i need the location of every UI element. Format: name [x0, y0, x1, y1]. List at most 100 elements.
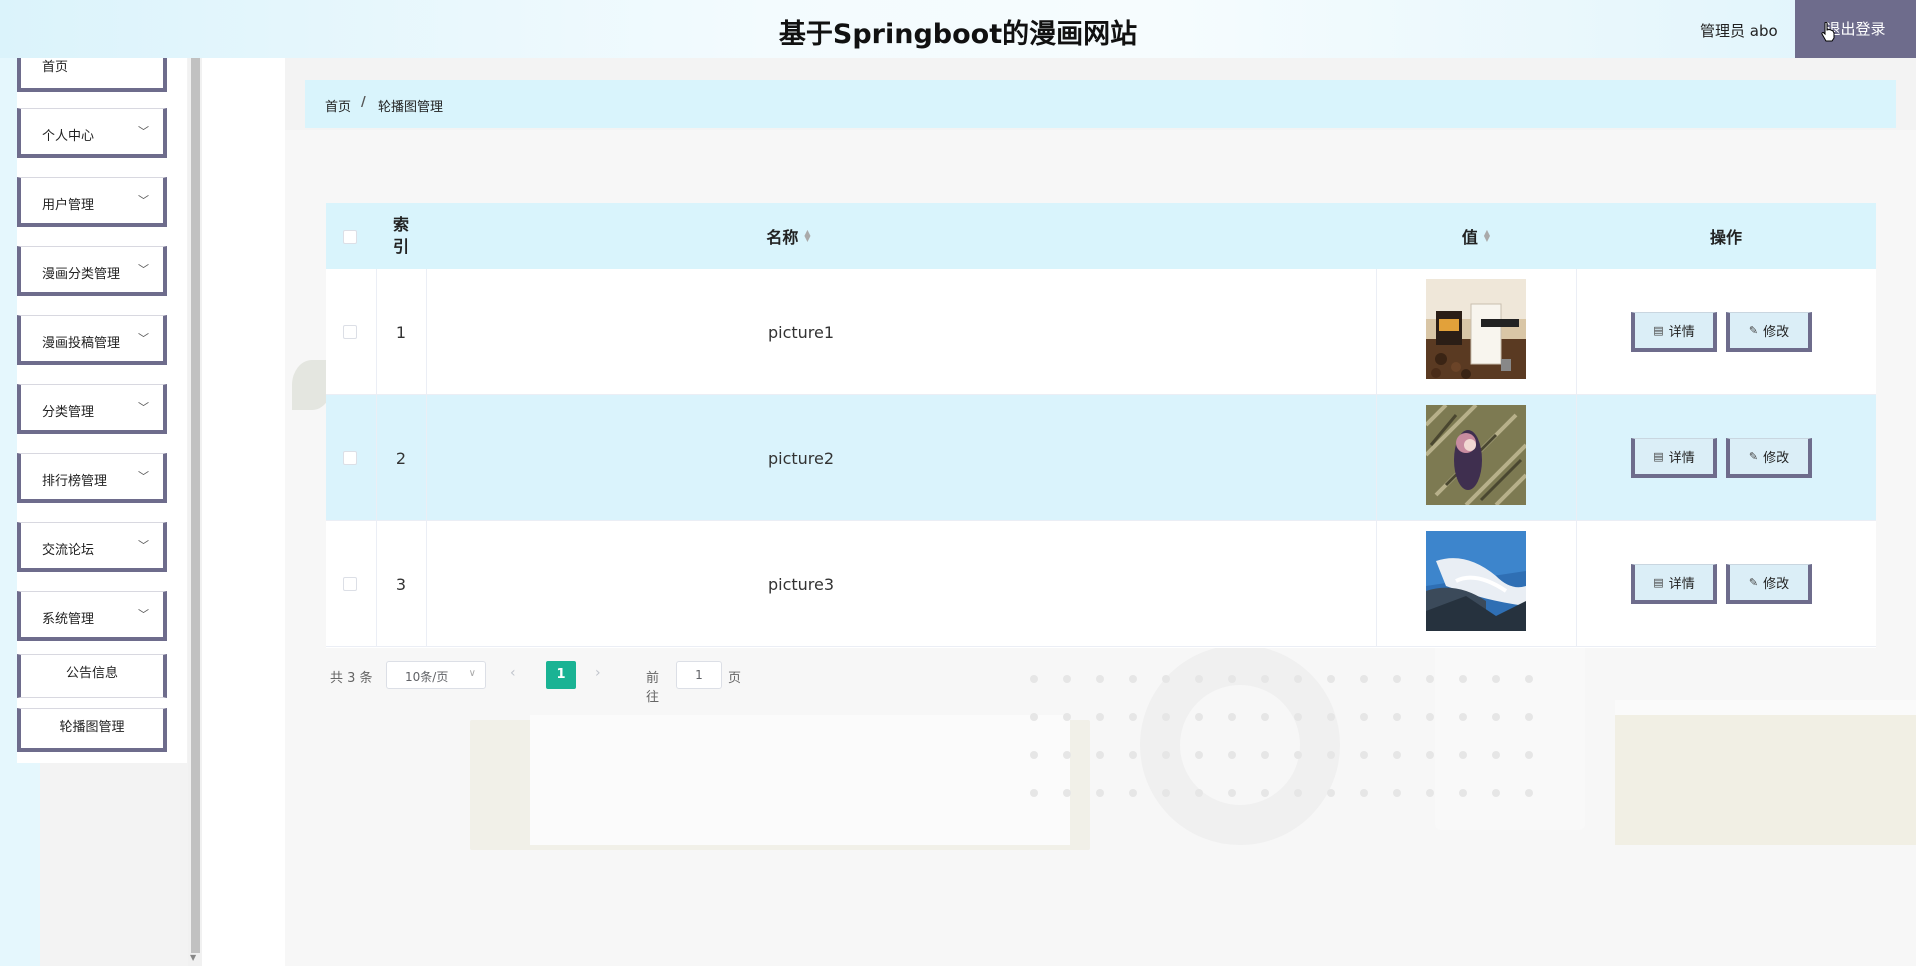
background-dot	[1327, 789, 1335, 797]
background-box-right	[1615, 715, 1916, 845]
sort-icon[interactable]: ▲ ▼	[804, 229, 810, 243]
carousel-table: 索引 名称 ▲ ▼ 值 ▲ ▼ 操作 1 picture1 ▤ 详情 ✎ 修改 …	[326, 203, 1876, 648]
chevron-down-icon: ﹀	[138, 401, 149, 414]
sort-icon[interactable]: ▲ ▼	[1484, 229, 1490, 243]
content-gutter	[202, 58, 285, 966]
sidebar-item-label: 漫画分类管理	[42, 267, 121, 282]
row-checkbox[interactable]	[343, 451, 357, 465]
sidebar-item-forum[interactable]: 交流论坛 ﹀	[17, 522, 167, 572]
edit-button-label: 修改	[1763, 451, 1790, 466]
prev-page-icon[interactable]: ‹	[510, 665, 516, 681]
chevron-down-icon: ﹀	[138, 263, 149, 276]
detail-button[interactable]: ▤ 详情	[1631, 312, 1717, 352]
sidebar-item-label: 首页	[42, 60, 69, 75]
breadcrumb: 首页 / 轮播图管理	[305, 80, 1896, 128]
logout-button[interactable]: 退出登录	[1795, 0, 1916, 58]
row-index: 1	[395, 322, 407, 342]
background-dot	[1261, 751, 1269, 759]
column-header-value[interactable]: 值 ▲ ▼	[1376, 203, 1576, 269]
background-dot	[1492, 751, 1500, 759]
sidebar-item-comic-category-management[interactable]: 漫画分类管理 ﹀	[17, 246, 167, 296]
admin-user-label: 管理员 abo	[1700, 22, 1778, 40]
background-dot	[1459, 789, 1467, 797]
background-dot	[1294, 675, 1302, 683]
row-checkbox[interactable]	[343, 325, 357, 339]
background-dot	[1129, 789, 1137, 797]
background-dot	[1360, 751, 1368, 759]
sidebar-item-category-management[interactable]: 分类管理 ﹀	[17, 384, 167, 434]
background-dot	[1393, 789, 1401, 797]
chevron-down-icon: ∨	[468, 668, 476, 679]
column-header-name[interactable]: 名称 ▲ ▼	[426, 203, 1151, 269]
breadcrumb-current: 轮播图管理	[378, 100, 444, 115]
page-number-active[interactable]: 1	[546, 661, 576, 689]
background-dot	[1030, 789, 1038, 797]
background-dot	[1063, 789, 1071, 797]
edit-icon: ✎	[1748, 450, 1759, 463]
edit-button[interactable]: ✎ 修改	[1726, 312, 1812, 352]
background-ring	[1140, 645, 1340, 845]
page-size-select[interactable]: 10条/页 ∨	[386, 661, 486, 689]
document-icon: ▤	[1653, 324, 1664, 337]
edit-button[interactable]: ✎ 修改	[1726, 438, 1812, 478]
background-dot	[1261, 789, 1269, 797]
chevron-down-icon: ﹀	[138, 539, 149, 552]
edit-button[interactable]: ✎ 修改	[1726, 564, 1812, 604]
scroll-down-arrow-icon[interactable]: ▼	[190, 953, 196, 962]
row-name: picture3	[767, 574, 835, 594]
goto-page-input[interactable]: 1	[676, 661, 722, 689]
goto-label: 前往	[646, 671, 660, 705]
background-dot	[1525, 675, 1533, 683]
background-dot	[1360, 789, 1368, 797]
edit-button-label: 修改	[1763, 325, 1790, 340]
row-index: 3	[395, 574, 407, 594]
sidebar-subitem-announcements[interactable]: 公告信息	[17, 654, 167, 698]
chevron-down-icon: ﹀	[138, 125, 149, 138]
column-header-operations-label: 操作	[1709, 228, 1742, 247]
sidebar-item-label: 个人中心	[42, 129, 95, 144]
background-dot	[1228, 751, 1236, 759]
scrollbar-thumb[interactable]	[191, 58, 200, 953]
detail-button[interactable]: ▤ 详情	[1631, 564, 1717, 604]
detail-button[interactable]: ▤ 详情	[1631, 438, 1717, 478]
background-dot	[1030, 713, 1038, 721]
page-size-value: 10条/页	[405, 670, 449, 684]
chevron-down-icon: ﹀	[138, 470, 149, 483]
background-dot	[1492, 789, 1500, 797]
background-dot	[1360, 675, 1368, 683]
background-dot	[1459, 713, 1467, 721]
background-dot	[1426, 789, 1434, 797]
background-dot	[1063, 675, 1071, 683]
sidebar-item-system-management[interactable]: 系统管理 ﹀	[17, 591, 167, 641]
sidebar-item-personal-center[interactable]: 个人中心 ﹀	[17, 108, 167, 158]
sidebar-item-label: 分类管理	[42, 405, 95, 420]
table-row: 2 picture2 ▤ 详情 ✎ 修改	[326, 395, 1876, 521]
background-dot	[1393, 751, 1401, 759]
sidebar-item-comic-submission-management[interactable]: 漫画投稿管理 ﹀	[17, 315, 167, 365]
edit-button-label: 修改	[1763, 577, 1790, 592]
column-header-index-label: 索引	[392, 215, 409, 256]
sidebar-item-user-management[interactable]: 用户管理 ﹀	[17, 177, 167, 227]
background-dot	[1360, 713, 1368, 721]
next-page-icon[interactable]: ›	[595, 665, 601, 681]
background-dot	[1030, 675, 1038, 683]
background-dot	[1327, 675, 1335, 683]
background-dot	[1030, 751, 1038, 759]
chevron-down-icon: ﹀	[138, 332, 149, 345]
background-dot	[1525, 789, 1533, 797]
select-all-checkbox[interactable]	[343, 230, 357, 244]
row-checkbox[interactable]	[343, 577, 357, 591]
breadcrumb-home-link[interactable]: 首页	[325, 96, 351, 115]
table-row: 3 picture3 ▤ 详情 ✎ 修改	[326, 521, 1876, 647]
sidebar-item-ranking-management[interactable]: 排行榜管理 ﹀	[17, 453, 167, 503]
background-dot	[1129, 713, 1137, 721]
row-index: 2	[395, 448, 407, 468]
column-header-name-label: 名称	[766, 228, 799, 247]
detail-button-label: 详情	[1668, 451, 1695, 466]
background-dot	[1162, 713, 1170, 721]
top-header: 基于Springboot的漫画网站 管理员 abo 退出登录	[0, 0, 1916, 58]
edit-icon: ✎	[1748, 576, 1759, 589]
background-dot	[1096, 789, 1104, 797]
document-icon: ▤	[1653, 576, 1664, 589]
sidebar-subitem-carousel-management[interactable]: 轮播图管理	[17, 708, 167, 752]
